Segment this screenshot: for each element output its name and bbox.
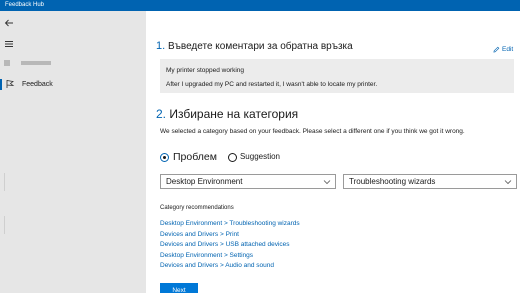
step-number: 1.: [156, 40, 166, 52]
step-number: 2.: [156, 107, 167, 121]
recommendations-title: Category recommendations: [160, 205, 234, 211]
radio-problem[interactable]: [160, 152, 169, 162]
subcategory-dropdown-value: Troubleshooting wizards: [349, 177, 436, 186]
radio-problem-label[interactable]: Проблем: [173, 150, 217, 164]
feedback-summary-box: My printer stopped working After I upgra…: [160, 59, 514, 93]
hamburger-menu-icon[interactable]: [4, 39, 14, 49]
sidebar: Feedback: [0, 11, 146, 293]
chevron-down-icon: [323, 180, 331, 185]
step1-heading: 1. Въведете коментари за обратна връзка: [156, 40, 353, 53]
recommendation-link[interactable]: Devices and Drivers > USB attached devic…: [160, 240, 300, 251]
feedback-detail: After I upgraded my PC and restarted it,…: [166, 81, 378, 88]
recommendation-link[interactable]: Devices and Drivers > Audio and sound: [160, 261, 300, 272]
recommendation-link[interactable]: Desktop Environment > Troubleshooting wi…: [160, 219, 300, 230]
step-title: Въведете коментари за обратна връзка: [167, 41, 353, 52]
sidebar-divider: [4, 173, 5, 191]
step-title: Избиране на категория: [169, 107, 299, 121]
window-title: Feedback Hub: [5, 2, 45, 8]
edit-button[interactable]: Edit: [493, 45, 513, 54]
step2-heading: 2. Избиране на категория: [156, 107, 298, 122]
feedback-type-radio-group: Проблем Suggestion: [160, 150, 280, 164]
category-dropdown-value: Desktop Environment: [166, 177, 243, 186]
next-button[interactable]: Next: [160, 283, 198, 293]
pencil-icon: [493, 46, 500, 53]
recommendation-link[interactable]: Desktop Environment > Settings: [160, 251, 300, 262]
edit-label: Edit: [502, 46, 514, 53]
sidebar-item-feedback[interactable]: Feedback: [0, 78, 146, 91]
chevron-down-icon: [504, 180, 512, 185]
nav-item-label-placeholder[interactable]: [21, 61, 51, 65]
feedback-icon: [6, 80, 15, 88]
nav-item-icon-placeholder[interactable]: [4, 60, 10, 66]
category-description: We selected a category based on your fee…: [160, 128, 465, 135]
category-dropdown[interactable]: Desktop Environment: [160, 174, 336, 189]
feedback-summary: My printer stopped working: [166, 67, 245, 74]
recommendations-list: Desktop Environment > Troubleshooting wi…: [160, 219, 300, 272]
subcategory-dropdown[interactable]: Troubleshooting wizards: [343, 174, 517, 189]
radio-suggestion[interactable]: [227, 152, 237, 162]
recommendation-link[interactable]: Devices and Drivers > Print: [160, 230, 300, 241]
sidebar-item-label: Feedback: [22, 81, 53, 88]
title-bar: Feedback Hub: [0, 0, 520, 11]
main-content: 1. Въведете коментари за обратна връзка …: [146, 11, 520, 293]
back-arrow-icon[interactable]: [4, 18, 14, 28]
selection-indicator: [0, 79, 2, 90]
sidebar-divider: [4, 216, 5, 234]
radio-suggestion-label[interactable]: Suggestion: [240, 150, 280, 164]
